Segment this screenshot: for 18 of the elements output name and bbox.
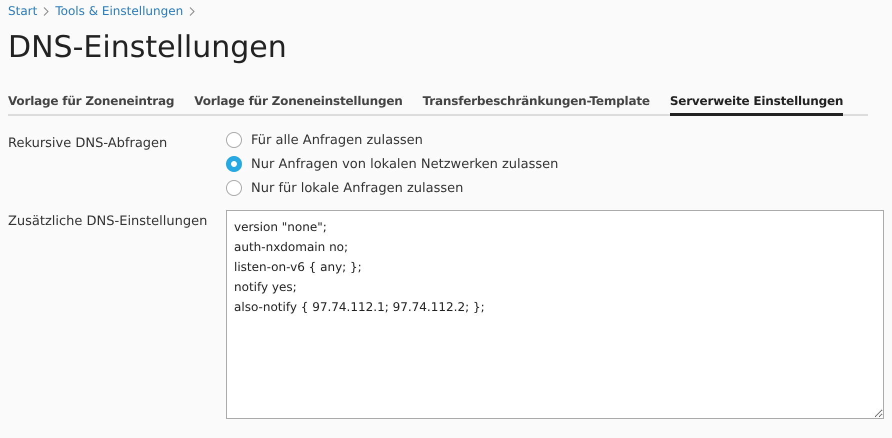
radio-label: Nur Anfragen von lokalen Netzwerken zulassen — [251, 156, 558, 172]
radio-label: Nur für lokale Anfragen zulassen — [251, 180, 464, 196]
breadcrumb-link[interactable]: Tools & Einstellungen — [55, 4, 184, 18]
tab[interactable]: Vorlage für Zoneneintrag — [8, 88, 174, 116]
tab[interactable]: Serverweite Einstellungen — [670, 88, 844, 116]
config-textarea[interactable]: version "none"; auth-nxdomain no; listen-on-v6 { any; }; notify yes; also-notify { 97.74.112.1; 97.74.112.2; }; — [226, 210, 884, 419]
field-label: Rekursive DNS-Abfragen — [8, 135, 168, 153]
radio-button[interactable] — [226, 132, 242, 148]
radio-button[interactable] — [226, 156, 242, 172]
radio-button[interactable] — [226, 180, 242, 196]
chevron-icon — [43, 6, 50, 16]
field-label: Zusätzliche DNS-Einstellungen — [8, 213, 208, 231]
chevron-icon — [189, 6, 196, 16]
tab[interactable]: Transferbeschränkungen-Template — [422, 88, 650, 116]
radio-label: Für alle Anfragen zulassen — [251, 132, 423, 148]
page-title: DNS-Einstellungen — [8, 29, 288, 67]
breadcrumb-link[interactable]: Start — [8, 4, 38, 18]
tab[interactable]: Vorlage für Zoneneinstellungen — [194, 88, 403, 116]
